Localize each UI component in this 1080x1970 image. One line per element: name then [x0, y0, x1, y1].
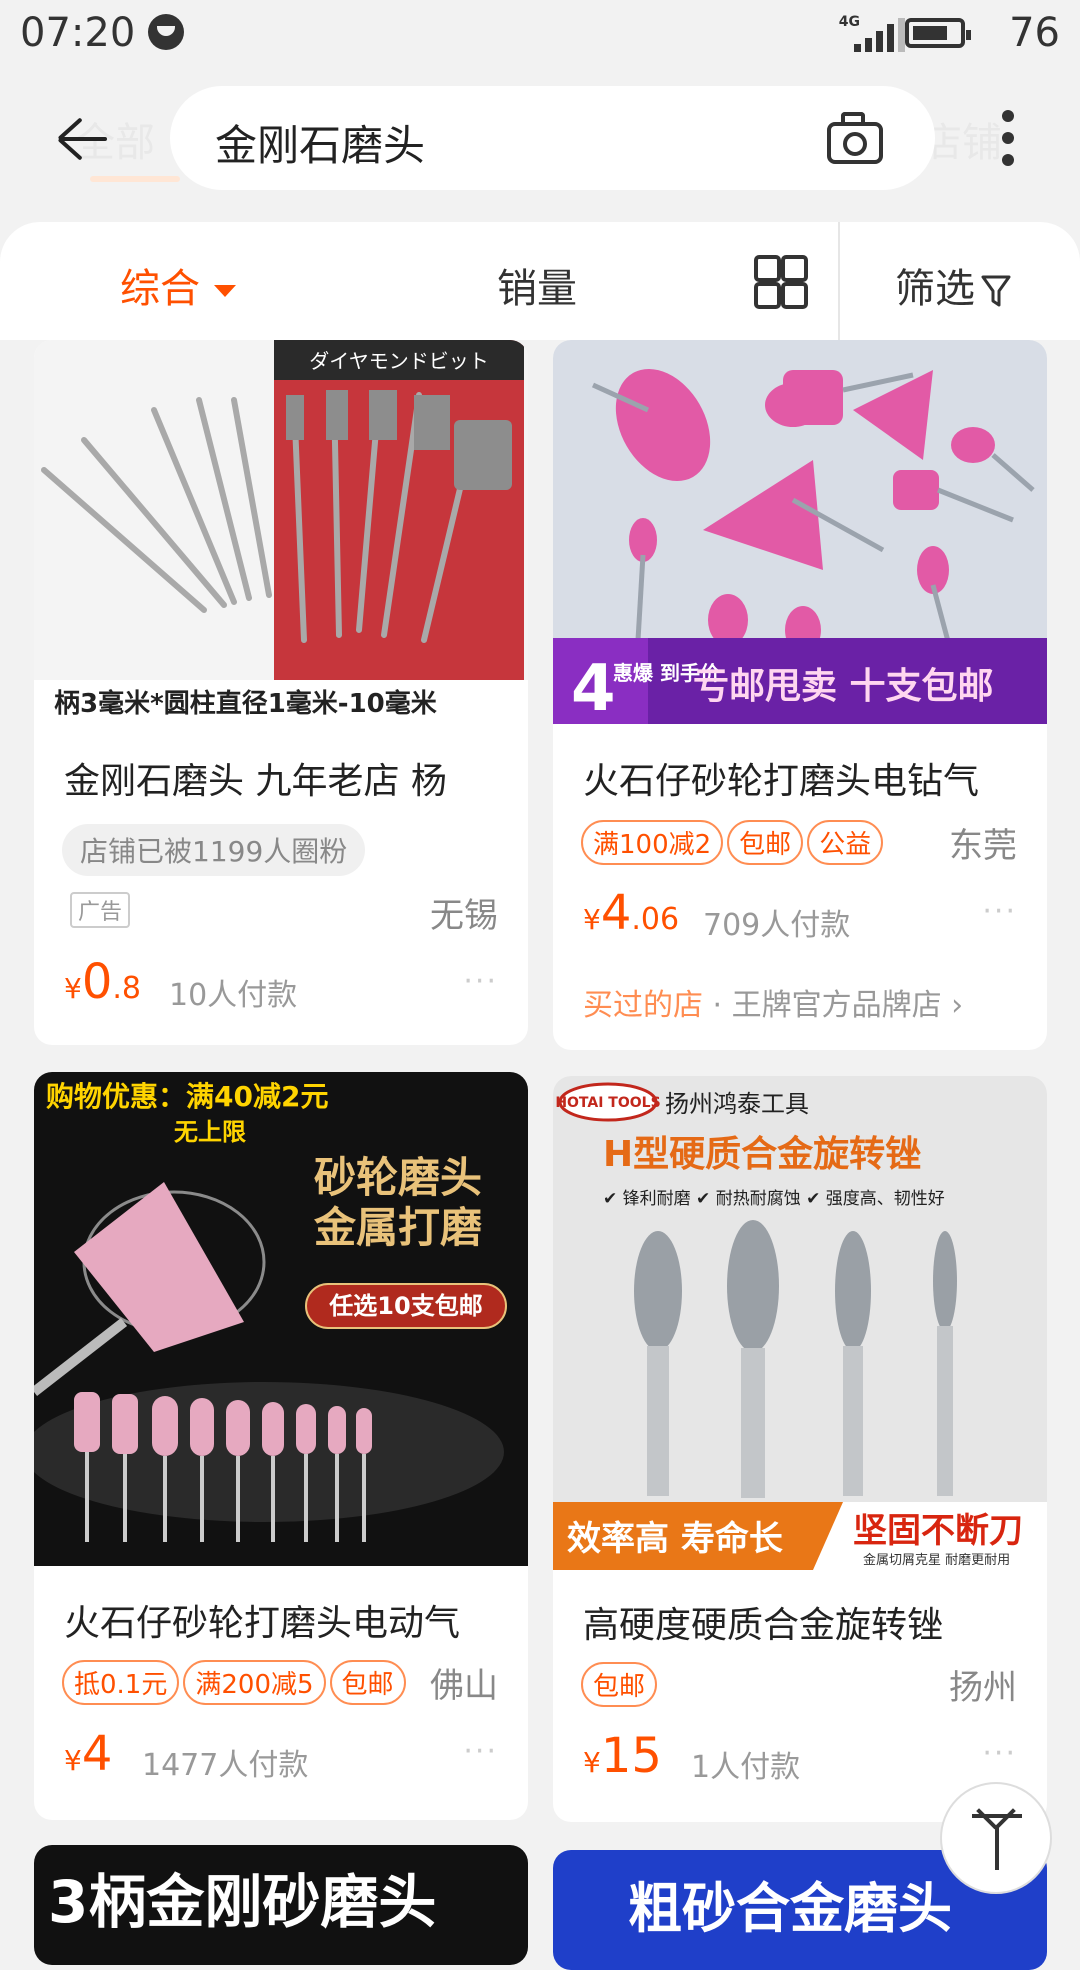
promo-tag: 抵0.1元: [62, 1660, 180, 1705]
sort-comprehensive-button[interactable]: 综合: [120, 256, 236, 314]
promo-tags: 包邮: [581, 1662, 661, 1707]
product-card[interactable]: ダイヤモンドビット 柄3毫米*圆柱直径1毫米-10毫米 金刚石磨头 九年老店 杨…: [34, 340, 528, 1045]
back-arrow-icon: [61, 137, 107, 141]
price: ¥4.06: [583, 885, 680, 941]
product-title: 火石仔砂轮打磨头电钻气: [583, 761, 980, 802]
signal-icon: [854, 18, 905, 52]
app-notification-icon: [148, 14, 184, 50]
svg-text:亏邮甩卖 十支包邮: 亏邮甩卖 十支包邮: [693, 666, 994, 707]
promo-tag: 包邮: [727, 820, 804, 865]
product-image-caption: 粗砂合金磨头: [628, 1877, 952, 1940]
svg-text:金属切屑克星 耐磨更耐用: 金属切屑克星 耐磨更耐用: [863, 1552, 1010, 1568]
location: 佛山: [430, 1666, 498, 1706]
product-card[interactable]: 购物优惠：满40减2元 无上限 砂轮磨头 金属打磨 任选10支包邮 火石仔砂轮打…: [34, 1072, 528, 1820]
promo-tag: 包邮: [329, 1660, 406, 1705]
back-button[interactable]: [55, 110, 115, 170]
tab-indicator: [90, 176, 180, 182]
location: 扬州: [949, 1668, 1017, 1708]
status-bar: 07:20 4G 76: [0, 0, 1080, 70]
more-options-button[interactable]: ···: [463, 1734, 498, 1769]
divider: [838, 222, 840, 340]
promo-tags: 抵0.1元 满200减5 包邮: [62, 1660, 410, 1705]
more-options-button[interactable]: ···: [463, 964, 498, 999]
sort-sales-button[interactable]: 销量: [497, 256, 577, 314]
grid-view-icon[interactable]: [754, 255, 808, 309]
location: 无锡: [430, 896, 498, 936]
more-options-button[interactable]: ···: [982, 894, 1017, 929]
filter-button[interactable]: 筛选: [895, 256, 1011, 314]
battery-icon: [905, 18, 971, 48]
sales-count: 1477人付款: [142, 1748, 309, 1783]
svg-text:4: 4: [571, 652, 616, 724]
more-options-button[interactable]: ···: [982, 1736, 1017, 1771]
product-card[interactable]: 4 惠爆 到手价 亏邮甩卖 十支包邮 火石仔砂轮打磨头电钻气 满100减2 包邮公…: [553, 340, 1047, 1050]
filter-label: 筛选: [895, 266, 975, 312]
svg-text:效率高 寿命长: 效率高 寿命长: [567, 1519, 783, 1559]
svg-text:扬州鸿泰工具: 扬州鸿泰工具: [665, 1090, 809, 1118]
svg-text:ダイヤモンドビット: ダイヤモンドビット: [309, 349, 488, 373]
product-title: 高硬度硬质合金旋转锉: [583, 1605, 944, 1646]
camera-icon[interactable]: [827, 112, 887, 164]
battery-level: 76: [1009, 10, 1060, 56]
product-card[interactable]: 3柄金刚砂磨头: [34, 1845, 528, 1965]
promo-tag: 满100减2: [581, 820, 724, 865]
ad-label: 广告: [70, 892, 131, 928]
product-title: 金刚石磨头 九年老店 杨: [64, 761, 447, 802]
svg-text:金属打磨: 金属打磨: [313, 1203, 482, 1252]
promo-tag: 公益: [807, 820, 884, 865]
product-image: 购物优惠：满40减2元 无上限 砂轮磨头 金属打磨 任选10支包邮: [34, 1072, 528, 1566]
product-image: 4 惠爆 到手价 亏邮甩卖 十支包邮: [553, 340, 1047, 724]
svg-text:坚固不断刀: 坚固不断刀: [853, 1511, 1023, 1551]
shop-link[interactable]: 买过的店 · 王牌官方品牌店 ›: [583, 980, 963, 1024]
price: ¥4: [64, 1726, 113, 1782]
funnel-icon: [981, 275, 1011, 307]
svg-text:购物优惠：满40减2元: 购物优惠：满40减2元: [46, 1080, 328, 1113]
product-image: HOTAI TOOLS 扬州鸿泰工具 H型硬质合金旋转锉 ✔ 锋利耐磨 ✔ 耐热…: [553, 1076, 1047, 1570]
search-input[interactable]: 金刚石磨头: [170, 86, 935, 190]
status-time: 07:20: [20, 10, 136, 56]
product-image: ダイヤモンドビット 柄3毫米*圆柱直径1毫米-10毫米: [34, 340, 528, 724]
product-card[interactable]: HOTAI TOOLS 扬州鸿泰工具 H型硬质合金旋转锉 ✔ 锋利耐磨 ✔ 耐热…: [553, 1076, 1047, 1822]
location: 东莞: [949, 826, 1017, 866]
sales-count: 10人付款: [169, 978, 298, 1013]
sales-count: 709人付款: [703, 908, 851, 943]
sort-bar: 综合 销量 筛选: [0, 222, 1080, 340]
caret-down-icon: [214, 285, 236, 297]
svg-text:✔ 锋利耐磨 ✔ 耐热耐腐蚀 ✔ 强度高、韧性好: ✔ 锋利耐磨 ✔ 耐热耐腐蚀 ✔ 强度高、韧性好: [603, 1189, 945, 1209]
image-caption: 柄3毫米*圆柱直径1毫米-10毫米: [54, 688, 437, 719]
svg-text:H型硬质合金旋转锉: H型硬质合金旋转锉: [603, 1133, 921, 1175]
svg-text:砂轮磨头: 砂轮磨头: [314, 1153, 482, 1202]
svg-text:任选10支包邮: 任选10支包邮: [328, 1292, 482, 1320]
back-to-top-button[interactable]: [940, 1782, 1052, 1894]
sales-count: 1人付款: [691, 1750, 801, 1785]
product-title: 火石仔砂轮打磨头电动气: [64, 1603, 461, 1644]
svg-text:无上限: 无上限: [174, 1118, 246, 1146]
shop-fans-badge: 店铺已被1199人圈粉: [62, 824, 366, 876]
price: ¥15: [583, 1728, 662, 1784]
promo-tags: 满100减2 包邮 公益: [581, 820, 887, 865]
search-query: 金刚石磨头: [215, 121, 426, 170]
svg-text:HOTAI TOOLS: HOTAI TOOLS: [555, 1095, 660, 1111]
more-menu-button[interactable]: [1000, 110, 1016, 166]
product-image-caption: 3柄金刚砂磨头: [48, 1868, 437, 1936]
promo-tag: 满200减5: [183, 1660, 326, 1705]
promo-tag: 包邮: [581, 1662, 658, 1707]
sort-comprehensive-label: 综合: [120, 266, 200, 312]
price: ¥0.8: [64, 954, 141, 1010]
